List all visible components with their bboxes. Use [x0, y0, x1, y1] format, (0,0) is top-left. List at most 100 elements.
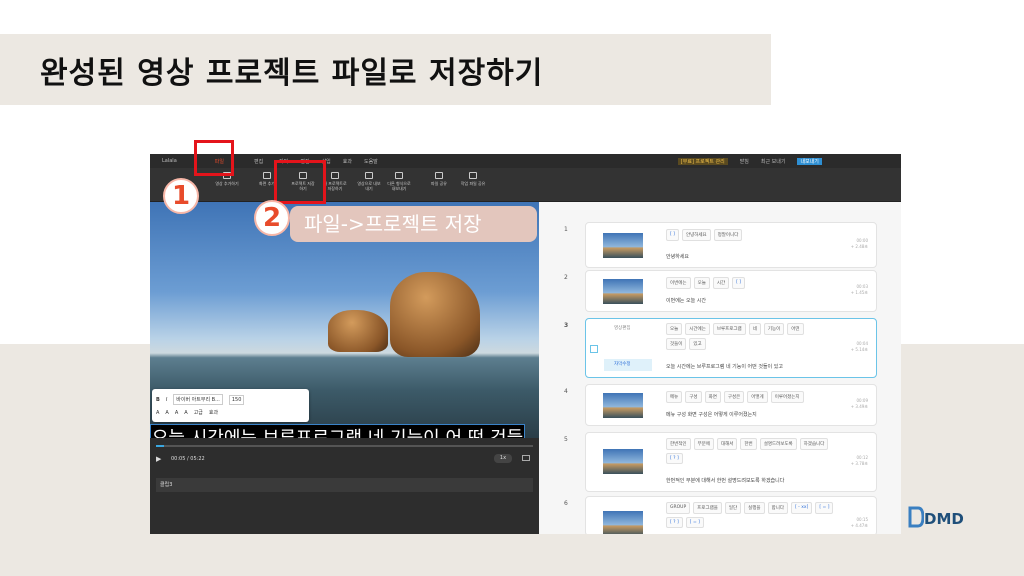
card-sentence[interactable]: 오늘 시간에는 브루프로그램 네 기능이 어떤 것들이 있고	[666, 363, 783, 370]
card-number: 2	[564, 274, 568, 281]
word-chip[interactable]: 네	[748, 323, 761, 335]
word-chip[interactable]: 이번에는	[666, 277, 691, 289]
menu-edit[interactable]: 편집	[254, 158, 263, 165]
word-chip[interactable]: [ = ]	[685, 517, 704, 528]
file-menu-highlight	[194, 140, 234, 176]
toolbar-share-work[interactable]: 작업 파일 공유	[460, 172, 486, 186]
word-chip[interactable]: 시간에는	[685, 323, 710, 335]
toolbar: 영상 추가하기 화면 추가 프로젝트 저장하기 새 프로젝트로 저장하기 영상으…	[150, 168, 901, 202]
word-chip[interactable]: GROUP	[666, 502, 691, 514]
toolbar-export-other[interactable]: 다른 형식으로 내보내기	[386, 172, 412, 191]
toolbar-export-video[interactable]: 영상으로 내보내기	[356, 172, 382, 191]
subtitle-format-bar: B I 바이버 아트부리 B... 150 A A A A 고급 효과	[152, 389, 309, 422]
word-chip[interactable]: [ ? ]	[666, 453, 683, 464]
clip-thumbnail	[603, 393, 643, 418]
card-checkbox[interactable]	[590, 345, 598, 353]
logo-icon	[908, 506, 925, 528]
word-chip[interactable]: 어떻게	[747, 391, 768, 403]
font-size-select[interactable]: 150	[228, 394, 245, 405]
word-chip[interactable]: 메뉴	[666, 391, 683, 403]
word-chips: 오늘 시간에는 브루프로그램 네 기능이 어떤 것들이 있고	[666, 323, 816, 350]
card-start: 00:15	[856, 517, 868, 522]
word-chip[interactable]: 오늘	[666, 323, 683, 335]
word-chip[interactable]: 기능이	[763, 323, 785, 335]
card-duration: + 3.78초	[850, 461, 868, 466]
card-duration: + 2.48초	[850, 244, 868, 249]
word-chip[interactable]: 설명드려보도록	[759, 438, 797, 450]
font-select[interactable]: 바이버 아트부리 B...	[173, 394, 223, 405]
shadow-button[interactable]: A	[184, 410, 187, 416]
word-chip[interactable]: 구성	[685, 391, 702, 403]
word-chip[interactable]: 있고	[689, 338, 706, 350]
word-chip[interactable]: 오늘	[693, 277, 710, 289]
word-chip[interactable]: 실행을	[744, 502, 765, 514]
toolbar-label: 파일 공유	[431, 181, 447, 186]
subtitle-card[interactable]: 이번에는 오늘 시간 [ ] 이번에는 오늘 시간 00:03 + 1.45초	[585, 270, 877, 312]
advanced-button[interactable]: 고급	[194, 409, 203, 416]
word-chip[interactable]: 대해서	[716, 438, 738, 450]
word-chip[interactable]: 안녕하세요	[681, 229, 711, 241]
toolbar-share-file[interactable]: 파일 공유	[426, 172, 452, 186]
toolbar-label: 새 프로젝트로 저장하기	[323, 181, 347, 191]
word-chip[interactable]: 시간	[712, 277, 730, 289]
bg-color-button[interactable]: A	[165, 410, 168, 416]
clip-thumbnail	[603, 449, 643, 474]
word-chip[interactable]: 부분에	[693, 438, 714, 450]
card-sentence[interactable]: 한번적인 부분에 대해서 한번 설명드려보도록 하겠습니다	[666, 477, 784, 484]
card-duration: + 1.45초	[850, 290, 868, 295]
project-manage-button[interactable]: [무료] 프로젝트 관리	[677, 157, 728, 165]
word-chip[interactable]: 일단	[724, 502, 742, 514]
subtitle-card[interactable]: GROUP 프로그램을 일단 실행을 합니다 [ - xx] [ = ] [ ?…	[585, 496, 877, 534]
word-chip[interactable]: 구성은	[723, 391, 745, 403]
word-chip[interactable]: 브루프로그램	[712, 323, 746, 335]
card-duration: + 3.49초	[850, 404, 868, 409]
word-chip[interactable]: [ ]	[732, 277, 746, 289]
italic-button[interactable]: I	[166, 397, 167, 403]
card-time: 00:03 + 1.45초	[851, 284, 868, 296]
card-sentence[interactable]: 이번에는 오늘 시간	[666, 297, 706, 304]
clip-row[interactable]: 클립3	[156, 478, 533, 492]
rock-small	[328, 310, 388, 352]
card-start: 00:09	[856, 398, 868, 403]
word-chips: 메뉴 구성 화면 구성은 어떻게 이루어졌는지	[666, 391, 866, 403]
outline-button[interactable]: A	[175, 410, 178, 416]
export-button[interactable]: 내보내기	[797, 157, 822, 165]
menu-help[interactable]: 도움말	[364, 158, 378, 165]
subtitle-card-selected[interactable]: 영상편집 자막수정 오늘 시간에는 브루프로그램 네 기능이 어떤 것들이 있고…	[585, 318, 877, 378]
word-chip[interactable]: [ ]	[666, 229, 679, 241]
word-chip[interactable]: [ - xx]	[791, 502, 813, 514]
word-chip[interactable]: [ ? ]	[666, 517, 683, 528]
card-sentence[interactable]: 메뉴 구성 화면 구성은 어떻게 이루어졌는지	[666, 411, 757, 418]
bold-button[interactable]: B	[156, 397, 160, 403]
menu-right-2[interactable]: 최근 보내기	[761, 158, 786, 165]
save-project-highlight	[274, 160, 326, 204]
subtitle-card[interactable]: [ ] 안녕하세요 정말이니다 안녕하세요 00:00 + 2.48초	[585, 222, 877, 268]
card-time: 00:00 + 2.48초	[851, 238, 868, 250]
card-sentence[interactable]: 안녕하세요	[666, 253, 689, 260]
word-chip[interactable]: 하겠습니다	[799, 438, 829, 450]
subtitle-card[interactable]: 메뉴 구성 화면 구성은 어떻게 이루어졌는지 메뉴 구성 화면 구성은 어떻게…	[585, 384, 877, 426]
word-chip[interactable]: 한번적인	[666, 438, 691, 450]
play-icon[interactable]: ▶	[156, 455, 161, 463]
menu-right-1[interactable]: 받침	[740, 158, 749, 165]
word-chip[interactable]: 합니다	[767, 502, 788, 514]
text-color-button[interactable]: A	[156, 410, 159, 416]
word-chip[interactable]: 것들이	[666, 338, 687, 350]
word-chip[interactable]: [ = ]	[815, 502, 834, 514]
word-chip[interactable]: 정말이니다	[713, 229, 743, 241]
speed-button[interactable]: 1x	[494, 454, 512, 463]
word-chip[interactable]: 이루어졌는지	[770, 391, 804, 403]
word-chip[interactable]: 프로그램을	[693, 502, 722, 514]
caption-icon[interactable]	[522, 455, 530, 461]
seek-bar[interactable]	[156, 445, 533, 447]
word-chip[interactable]: 어떤	[787, 323, 804, 335]
card-duration: + 4.47초	[850, 523, 868, 528]
menu-user[interactable]: Lalala	[162, 158, 177, 164]
word-chip[interactable]: 한번	[740, 438, 757, 450]
effect-button[interactable]: 효과	[209, 409, 218, 416]
menu-effect[interactable]: 효과	[343, 158, 352, 165]
subtitle-edit-label[interactable]: 자막수정	[604, 359, 652, 371]
film-icon	[365, 172, 373, 179]
word-chip[interactable]: 화면	[704, 391, 721, 403]
subtitle-card[interactable]: 한번적인 부분에 대해서 한번 설명드려보도록 하겠습니다 [ ? ] 한번적인…	[585, 432, 877, 492]
